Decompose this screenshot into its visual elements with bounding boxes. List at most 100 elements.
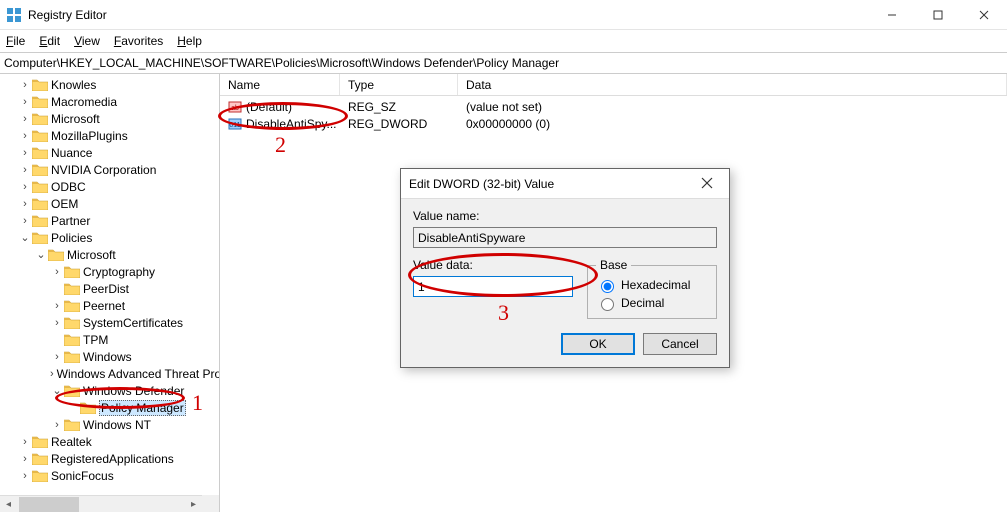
value-name: (Default) [246,100,292,114]
tree-item[interactable]: ·Policy Manager [2,399,219,416]
column-name[interactable]: Name [220,74,340,95]
chevron-right-icon[interactable]: › [50,266,64,278]
chevron-right-icon[interactable]: › [18,453,32,465]
chevron-right-icon[interactable]: › [18,436,32,448]
tree-item[interactable]: ⌄ Windows Defender [2,382,219,399]
chevron-right-icon[interactable]: › [18,96,32,108]
tree-item[interactable]: ›MozillaPlugins [2,127,219,144]
radio-dec[interactable] [601,298,614,311]
minimize-button[interactable] [869,0,915,29]
column-type[interactable]: Type [340,74,458,95]
value-type: REG_SZ [340,100,458,114]
svg-text:ab: ab [231,105,239,112]
base-legend: Base [596,258,631,272]
tree-item-label: Knowles [51,78,96,92]
ok-button[interactable]: OK [561,333,635,355]
tree-item-label: Macromedia [51,95,117,109]
folder-icon [32,197,48,210]
scroll-thumb[interactable] [19,497,79,512]
tree-item[interactable]: ›Cryptography [2,263,219,280]
chevron-right-icon[interactable]: › [18,147,32,159]
address-bar[interactable]: Computer\HKEY_LOCAL_MACHINE\SOFTWARE\Pol… [0,52,1007,74]
tree-item[interactable]: ›Windows Advanced Threat Protection [2,365,219,382]
chevron-right-icon[interactable]: › [18,164,32,176]
chevron-down-icon[interactable]: ⌄ [18,231,32,244]
menu-view[interactable]: View [74,34,100,48]
tree-item[interactable]: ·PeerDist [2,280,219,297]
close-button[interactable] [961,0,1007,29]
list-row[interactable]: ab (Default) REG_SZ(value not set) [220,98,1007,115]
chevron-right-icon[interactable]: › [50,368,54,380]
tree-item[interactable]: ›Microsoft [2,110,219,127]
radio-dec-label: Decimal [621,296,664,310]
tree-hscrollbar[interactable]: ◂ ▸ [0,495,202,512]
tree-item[interactable]: ›ODBC [2,178,219,195]
chevron-right-icon[interactable]: › [50,351,64,363]
value-data-field[interactable] [413,276,573,297]
chevron-down-icon[interactable]: ⌄ [50,384,64,397]
chevron-right-icon[interactable]: › [50,300,64,312]
dword-value-icon: 011 [228,117,242,131]
tree-item[interactable]: › RegisteredApplications [2,450,219,467]
tree-item[interactable]: ›SystemCertificates [2,314,219,331]
folder-icon [32,180,48,193]
menu-file[interactable]: File [6,34,25,48]
chevron-down-icon[interactable]: ⌄ [34,248,48,261]
tree-item[interactable]: ·TPM [2,331,219,348]
maximize-button[interactable] [915,0,961,29]
tree-item[interactable]: ›NVIDIA Corporation [2,161,219,178]
value-name: DisableAntiSpy... [246,117,337,131]
tree-item-label: Windows Defender [83,384,184,398]
tree-item[interactable]: › Knowles [2,76,219,93]
tree-item[interactable]: › Peernet [2,297,219,314]
tree-item[interactable]: ›Windows [2,348,219,365]
tree-item-label: Peernet [83,299,125,313]
tree-item-label: Policies [51,231,92,245]
value-data: 0x00000000 (0) [458,117,1007,131]
chevron-right-icon[interactable]: › [18,198,32,210]
folder-icon [32,163,48,176]
tree-item-label: Nuance [51,146,92,160]
chevron-right-icon[interactable]: › [50,317,64,329]
chevron-right-icon[interactable]: › [18,181,32,193]
dialog-close-button[interactable] [693,176,721,192]
tree-item[interactable]: ›SonicFocus [2,467,219,484]
folder-icon [64,316,80,329]
chevron-right-icon[interactable]: › [18,79,32,91]
tree-item[interactable]: ⌄ Policies [2,229,219,246]
folder-icon [64,265,80,278]
scroll-left-icon[interactable]: ◂ [0,496,17,512]
cancel-button[interactable]: Cancel [643,333,717,355]
tree-item[interactable]: ⌄Microsoft [2,246,219,263]
scroll-right-icon[interactable]: ▸ [185,496,202,512]
radio-hex[interactable] [601,280,614,293]
chevron-right-icon[interactable]: › [18,215,32,227]
tree-item-label: Windows NT [83,418,151,432]
dialog-titlebar[interactable]: Edit DWORD (32-bit) Value [401,169,729,199]
menu-favorites[interactable]: Favorites [114,34,163,48]
radio-hex-label: Hexadecimal [621,278,690,292]
value-data: (value not set) [458,100,1007,114]
value-name-field[interactable] [413,227,717,248]
folder-icon [32,452,48,465]
list-row[interactable]: 011DisableAntiSpy...REG_DWORD0x00000000 … [220,115,1007,132]
tree-item[interactable]: › OEM [2,195,219,212]
tree-item[interactable]: ›Partner [2,212,219,229]
tree-item-label: OEM [51,197,78,211]
chevron-right-icon[interactable]: › [18,130,32,142]
menu-help[interactable]: Help [177,34,202,48]
folder-icon [32,469,48,482]
chevron-right-icon[interactable]: › [18,470,32,482]
chevron-right-icon[interactable]: › [18,113,32,125]
tree-item-label: RegisteredApplications [51,452,174,466]
list-body[interactable]: ab (Default) REG_SZ(value not set) 011 Disab… [220,96,1007,134]
registry-tree[interactable]: › Knowles › Macromedia›Microsoft›MozillaPlu… [0,74,219,486]
tree-item[interactable]: › Windows NT [2,416,219,433]
folder-icon [32,146,48,159]
tree-item[interactable]: › Macromedia [2,93,219,110]
tree-item[interactable]: › Nuance [2,144,219,161]
menu-edit[interactable]: Edit [39,34,60,48]
tree-item[interactable]: ›Realtek [2,433,219,450]
column-data[interactable]: Data [458,74,1007,95]
chevron-right-icon[interactable]: › [50,419,64,431]
